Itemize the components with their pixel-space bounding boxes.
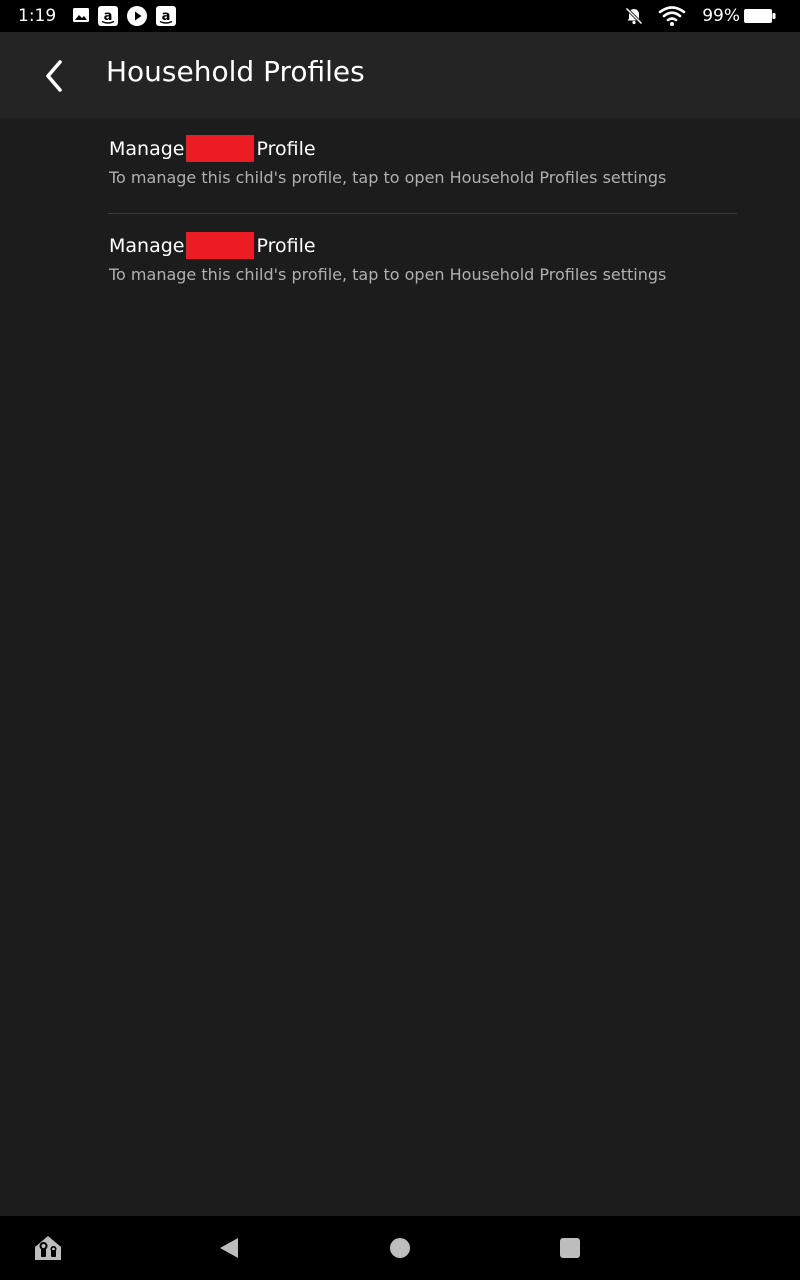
divider xyxy=(108,213,737,214)
chevron-left-icon xyxy=(46,60,62,92)
status-time: 1:19 xyxy=(18,6,57,26)
image-icon xyxy=(73,8,89,22)
redacted-name xyxy=(186,135,255,162)
profile-title-prefix: Manage xyxy=(109,234,185,257)
play-icon xyxy=(127,6,147,26)
app-bar: Household Profiles xyxy=(0,32,800,118)
redacted-name xyxy=(186,232,255,259)
nav-recents-button[interactable] xyxy=(550,1228,590,1268)
profile-item[interactable]: Manage Profile To manage this child's pr… xyxy=(108,118,737,214)
profile-subtitle: To manage this child's profile, tap to o… xyxy=(109,168,667,187)
page-title: Household Profiles xyxy=(106,55,365,88)
svg-text:a: a xyxy=(162,9,171,24)
nav-home-button[interactable] xyxy=(380,1228,420,1268)
back-button[interactable] xyxy=(30,52,78,100)
profile-title: Manage Profile xyxy=(109,232,316,259)
profile-title-prefix: Manage xyxy=(109,137,185,160)
battery-icon xyxy=(744,9,776,23)
recents-square-icon xyxy=(560,1238,580,1258)
profile-subtitle: To manage this child's profile, tap to o… xyxy=(109,265,667,284)
profile-title-suffix: Profile xyxy=(256,137,316,160)
profile-item[interactable]: Manage Profile To manage this child's pr… xyxy=(108,215,737,311)
house-lock-icon xyxy=(35,1236,61,1260)
back-triangle-icon xyxy=(220,1238,238,1258)
amazon-icon: a xyxy=(156,6,176,26)
battery-level: 99% xyxy=(702,6,740,26)
parental-controls-button[interactable] xyxy=(28,1228,68,1268)
profile-title-suffix: Profile xyxy=(256,234,316,257)
status-bar: 1:19 a a 99% xyxy=(0,0,800,32)
navigation-bar xyxy=(0,1216,800,1280)
bell-muted-icon xyxy=(625,7,643,25)
profile-title: Manage Profile xyxy=(109,135,316,162)
home-circle-icon xyxy=(390,1238,410,1258)
svg-text:a: a xyxy=(104,9,113,24)
nav-back-button[interactable] xyxy=(209,1228,249,1268)
amazon-icon: a xyxy=(98,6,118,26)
wifi-icon xyxy=(658,6,686,26)
